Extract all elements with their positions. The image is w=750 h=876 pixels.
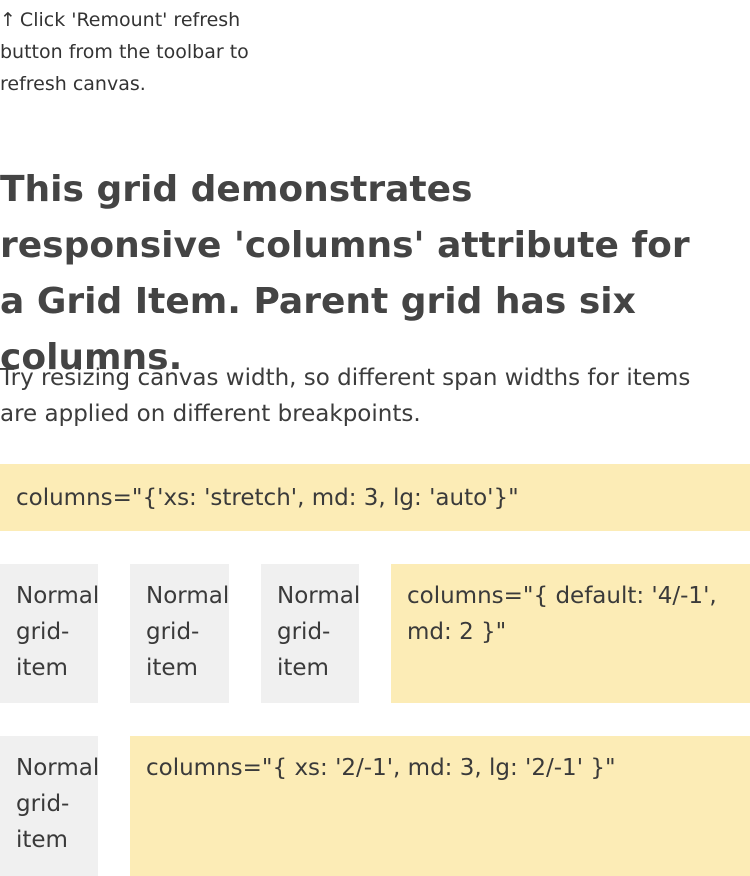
refresh-hint-text: Click 'Remount' refresh button from the … bbox=[0, 9, 249, 95]
grid-item-offset-span: columns="{ xs: '2/-1', md: 3, lg: '2/-1'… bbox=[130, 736, 750, 876]
grid-item-stretch: columns="{'xs: 'stretch', md: 3, lg: 'au… bbox=[0, 464, 750, 531]
normal-grid-item: Normal grid-item bbox=[0, 564, 99, 703]
page-title: This grid demonstrates responsive 'colum… bbox=[0, 169, 690, 378]
normal-grid-item: Normal grid-item bbox=[130, 564, 229, 703]
normal-grid-item: Normal grid-item bbox=[0, 736, 99, 876]
arrow-up-icon: ↑ bbox=[0, 9, 16, 31]
normal-grid-item: Normal grid-item bbox=[261, 564, 360, 703]
refresh-hint: ↑ Click 'Remount' refresh button from the… bbox=[0, 4, 300, 100]
grid-item-default-span: columns="{ default: '4/-1', md: 2 }" bbox=[391, 564, 750, 703]
page-description: Try resizing canvas width, so different … bbox=[0, 365, 691, 427]
